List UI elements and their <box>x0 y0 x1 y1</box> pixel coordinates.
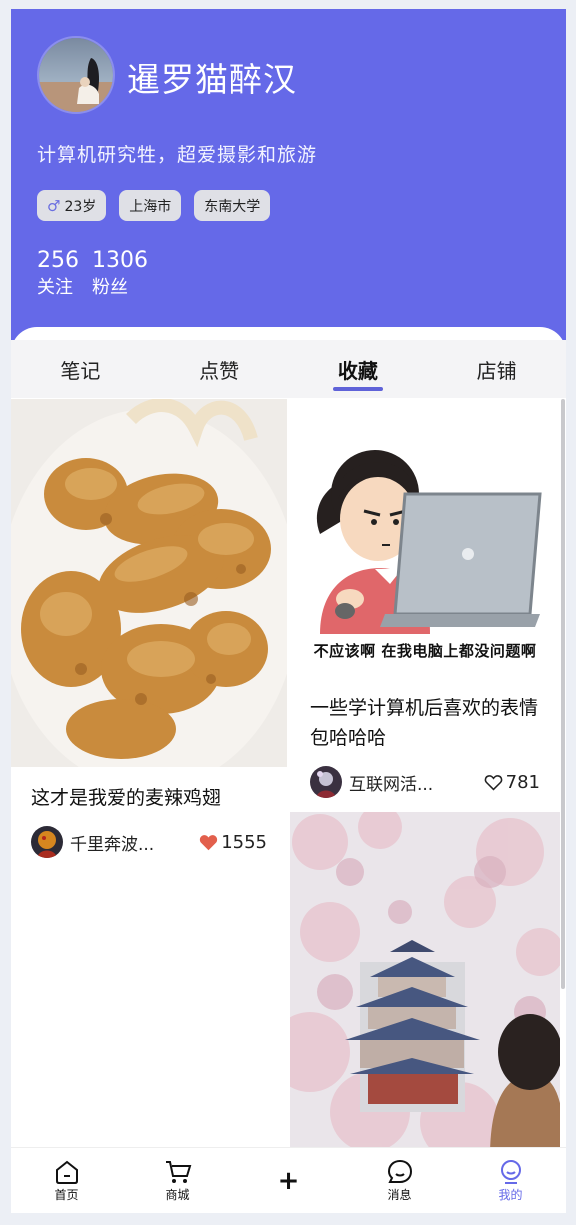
male-icon: ♂ <box>47 196 61 215</box>
following-stat[interactable]: 256 关注 <box>37 247 79 301</box>
profile-tags: ♂ 23岁 上海市 东南大学 <box>37 190 271 221</box>
profile-header: 暹罗猫醉汉 计算机研究牲，超爱摄影和旅游 ♂ 23岁 上海市 东南大学 256 … <box>11 9 566 349</box>
like-button[interactable]: 781 <box>484 772 540 793</box>
city-label: 上海市 <box>129 198 172 215</box>
profile-avatar[interactable] <box>37 36 115 114</box>
feed-scrollbar[interactable] <box>561 399 565 989</box>
author-avatar[interactable] <box>31 826 63 858</box>
profile-username: 暹罗猫醉汉 <box>127 60 297 99</box>
nav-shop[interactable]: 商城 <box>122 1148 233 1213</box>
bottom-nav: 首页 商城 + 消息 我的 <box>11 1147 566 1213</box>
following-label: 关注 <box>37 277 73 298</box>
meme-caption: 不应该啊 在我电脑上都没问题啊 <box>313 642 537 660</box>
age-label: 23岁 <box>64 198 97 215</box>
like-count: 781 <box>505 771 540 793</box>
heart-filled-icon <box>200 834 218 850</box>
post-image-programmer-meme: 不应该啊 在我电脑上都没问题啊 <box>290 399 560 679</box>
active-tab-indicator <box>332 387 383 391</box>
nav-create[interactable]: + <box>233 1148 344 1213</box>
nav-messages-label: 消息 <box>387 1187 412 1202</box>
school-tag: 东南大学 <box>194 190 271 221</box>
post-meta: 互联网活... 781 <box>290 765 560 799</box>
post-card[interactable]: 这才是我爱的麦辣鸡翅 千里奔波... 1555 <box>11 399 287 859</box>
profile-icon <box>500 1159 521 1184</box>
author-avatar[interactable] <box>310 766 342 798</box>
followers-stat[interactable]: 1306 粉丝 <box>92 247 148 301</box>
feed-column-right: 不应该啊 在我电脑上都没问题啊 一些学计算机后喜欢的表情包哈哈哈 互联网活...… <box>290 399 560 1147</box>
followers-label: 粉丝 <box>92 277 128 298</box>
nav-messages[interactable]: 消息 <box>344 1148 455 1213</box>
tab-shop-label: 店铺 <box>476 359 517 383</box>
tab-favorites[interactable]: 收藏 <box>289 340 428 398</box>
post-card[interactable] <box>290 812 560 1147</box>
favorites-feed: 这才是我爱的麦辣鸡翅 千里奔波... 1555 不应该啊 在我电脑上都没问题啊 … <box>11 399 566 1147</box>
post-title: 一些学计算机后喜欢的表情包哈哈哈 <box>310 697 539 749</box>
post-card[interactable]: 不应该啊 在我电脑上都没问题啊 一些学计算机后喜欢的表情包哈哈哈 互联网活...… <box>290 399 560 812</box>
tab-shop[interactable]: 店铺 <box>427 340 566 398</box>
nav-profile-label: 我的 <box>498 1187 523 1202</box>
followers-count: 1306 <box>92 248 148 273</box>
message-icon <box>387 1159 412 1183</box>
author-name[interactable]: 互联网活... <box>349 770 484 795</box>
tabs-container: 笔记 点赞 收藏 店铺 <box>11 327 566 399</box>
heart-outline-icon <box>484 774 502 791</box>
post-image-cherry-blossom-tower <box>290 812 560 1147</box>
feed-column-left: 这才是我爱的麦辣鸡翅 千里奔波... 1555 <box>11 399 287 859</box>
profile-stats: 256 关注 1306 粉丝 <box>37 247 148 301</box>
tab-likes[interactable]: 点赞 <box>150 340 289 398</box>
plus-icon: + <box>277 1165 300 1196</box>
home-icon <box>55 1160 78 1184</box>
profile-bio: 计算机研究牲，超爱摄影和旅游 <box>37 144 318 166</box>
city-tag: 上海市 <box>119 190 182 221</box>
nav-shop-label: 商城 <box>165 1187 190 1202</box>
nav-home[interactable]: 首页 <box>11 1148 122 1213</box>
cart-icon <box>165 1160 191 1183</box>
post-image-chicken-wings <box>11 399 287 767</box>
school-label: 东南大学 <box>204 198 261 215</box>
tab-favorites-label: 收藏 <box>337 359 378 383</box>
profile-tabs: 笔记 点赞 收藏 店铺 <box>11 340 566 398</box>
tab-likes-label: 点赞 <box>199 359 240 383</box>
tab-notes[interactable]: 笔记 <box>11 340 150 398</box>
post-meta: 千里奔波... 1555 <box>11 825 287 859</box>
post-title: 这才是我爱的麦辣鸡翅 <box>31 787 222 809</box>
nav-home-label: 首页 <box>54 1187 79 1202</box>
nav-profile[interactable]: 我的 <box>455 1148 566 1213</box>
like-count: 1555 <box>221 831 267 853</box>
tab-notes-label: 笔记 <box>60 359 101 383</box>
like-button[interactable]: 1555 <box>199 832 267 853</box>
author-name[interactable]: 千里奔波... <box>70 830 199 855</box>
app-screen: 暹罗猫醉汉 计算机研究牲，超爱摄影和旅游 ♂ 23岁 上海市 东南大学 256 … <box>11 9 566 1213</box>
following-count: 256 <box>37 248 79 273</box>
gender-age-tag: ♂ 23岁 <box>37 190 107 221</box>
